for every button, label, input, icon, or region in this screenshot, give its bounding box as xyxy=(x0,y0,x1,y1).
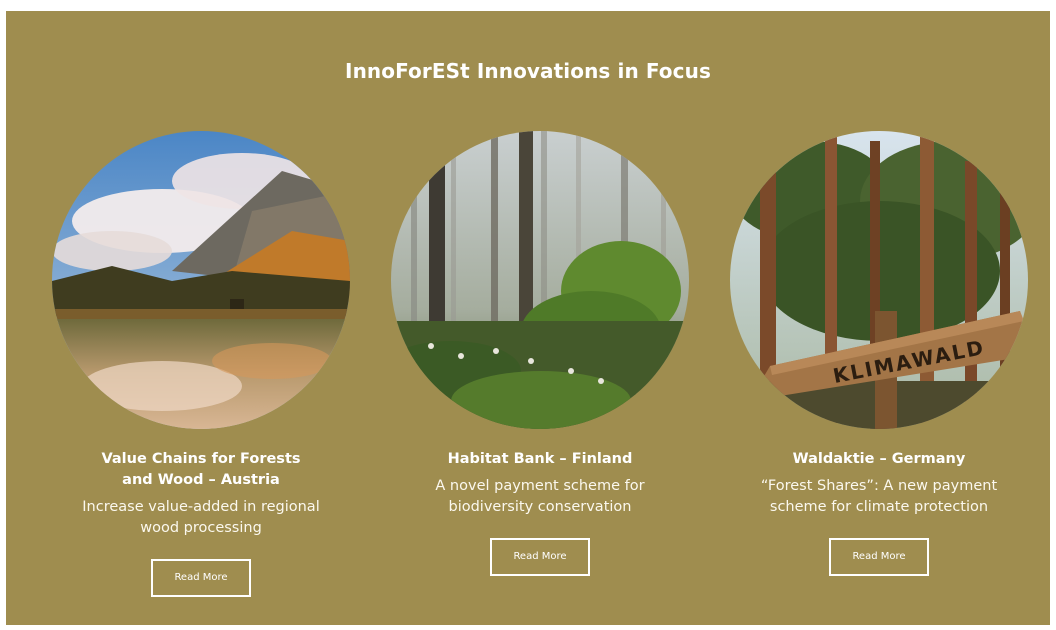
card-title: Habitat Bank – Finland xyxy=(447,451,633,467)
innovation-card-austria: Value Chains for Forests and Wood – Aust… xyxy=(31,131,371,597)
section-title: InnoForESt Innovations in Focus xyxy=(345,59,711,83)
read-more-button[interactable]: Read More xyxy=(829,538,929,576)
misty-forest-image[interactable] xyxy=(391,131,689,429)
read-more-button[interactable]: Read More xyxy=(151,559,251,597)
card-description: A novel payment scheme for biodiversity … xyxy=(435,478,645,515)
card-description: Increase value-added in regional wood pr… xyxy=(82,499,320,536)
forest-signpost-image[interactable]: KLIMAWALD xyxy=(730,131,1028,429)
card-title: Value Chains for Forests and Wood – Aust… xyxy=(101,451,301,488)
innovations-section: InnoForESt Innovations in Focus Value Ch… xyxy=(6,11,1050,625)
alpine-lake-image[interactable] xyxy=(52,131,350,429)
innovation-card-germany: KLIMAWALD Waldaktie – Germany “Forest Sh… xyxy=(709,131,1049,576)
innovation-card-finland: Habitat Bank – Finland A novel payment s… xyxy=(370,131,710,576)
card-title: Waldaktie – Germany xyxy=(792,451,966,467)
read-more-button[interactable]: Read More xyxy=(490,538,590,576)
card-description: “Forest Shares”: A new payment scheme fo… xyxy=(760,478,998,515)
